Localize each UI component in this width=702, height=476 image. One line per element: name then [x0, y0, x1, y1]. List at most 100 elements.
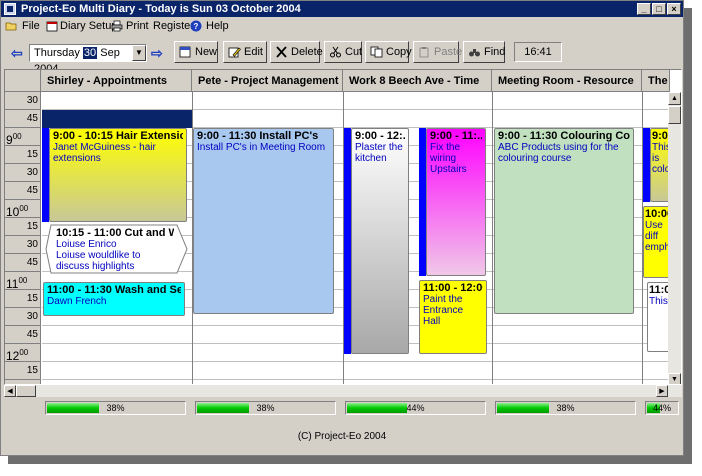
time-slot: 1100 — [5, 272, 41, 291]
copy-icon — [370, 46, 383, 58]
scissors-icon — [330, 46, 341, 58]
progress-fill — [497, 403, 549, 413]
appointment-status-bar — [419, 128, 426, 276]
vertical-scrollbar[interactable]: ▲ ▼ — [668, 92, 681, 384]
appointment-title: 10:15 - 11:00 Cut and W... — [56, 228, 174, 239]
time-slot: 45 — [5, 254, 41, 272]
appointment-title: 9:00 - 11:30 Install PC's — [197, 131, 319, 142]
maximize-button[interactable]: □ — [652, 3, 666, 15]
time-slot: 15 — [5, 218, 41, 236]
appointment-the-2[interactable]: 10:00 Use diff emphas — [643, 206, 670, 278]
chevron-down-icon[interactable]: ▼ — [132, 45, 146, 61]
menu-print[interactable]: Print — [126, 17, 149, 35]
column-divider — [492, 92, 493, 384]
copyright-footer: (C) Project-Eo 2004 — [297, 431, 387, 442]
progress-label: 44% — [406, 403, 425, 413]
appointment-fix-wiring[interactable]: 9:00 - 11:... Fix the wiring Upstairs — [426, 128, 486, 276]
utilization-progress-pete: 38% — [195, 401, 336, 415]
appointment-title: 9:00 - 12:... — [355, 131, 405, 142]
scroll-right-icon[interactable]: ▶ — [656, 385, 668, 397]
time-slot: 1200 — [5, 344, 41, 363]
menu-file[interactable]: File — [22, 17, 40, 35]
appointment-description: Use diff emphas — [645, 220, 669, 253]
paste-clipboard-icon — [419, 47, 429, 58]
column-header-work[interactable]: Work 8 Beech Ave - Time — [343, 70, 492, 92]
time-slot: 1000 — [5, 200, 41, 219]
window-title: Project-Eo Multi Diary - Today is Sun 03… — [21, 3, 301, 15]
help-icon: ? — [190, 20, 202, 32]
utilization-progress-meeting-room: 38% — [495, 401, 636, 415]
delete-button[interactable]: Delete — [270, 41, 323, 63]
appointment-description: Install PC's in Meeting Room — [197, 142, 326, 153]
new-calendar-icon — [179, 46, 191, 58]
column-header-meeting-room[interactable]: Meeting Room - Resource — [492, 70, 642, 92]
cut-button[interactable]: Cut — [324, 41, 362, 63]
edit-button[interactable]: Edit — [223, 41, 267, 63]
appointment-the-3[interactable]: 11:00 This — [647, 282, 670, 352]
appointment-paint-entrance[interactable]: 11:00 - 12:00 Paint the Entrance Hall — [419, 280, 487, 354]
time-slot: 30 — [5, 236, 41, 254]
paste-button-label: Paste — [434, 46, 463, 58]
time-slot: 45 — [5, 182, 41, 200]
copy-button[interactable]: Copy — [365, 41, 412, 63]
time-slot: 30 — [5, 164, 41, 182]
app-window: Project-Eo Multi Diary - Today is Sun 03… — [0, 0, 684, 456]
menu-diary-setup[interactable]: Diary Setup — [60, 17, 117, 35]
time-column: 30 45 900 15 30 45 1000 15 30 45 1100 15… — [5, 92, 41, 384]
menu-register[interactable]: Register — [153, 17, 194, 35]
utilization-progress-work: 44% — [345, 401, 486, 415]
time-slot: 45 — [5, 110, 41, 128]
time-slot: 30 — [5, 92, 41, 110]
next-day-arrow-icon[interactable]: ⇨ — [151, 46, 165, 60]
cut-button-label: Cut — [345, 46, 363, 58]
progress-fill — [47, 403, 99, 413]
minimize-button[interactable]: _ — [637, 3, 651, 15]
clock-display: 16:41 — [514, 42, 562, 62]
find-button[interactable]: Find — [463, 41, 505, 63]
appointment-plaster-kitchen[interactable]: 9:00 - 12:... Plaster the kitchen — [351, 128, 409, 354]
appointment-wash-and-set[interactable]: 11:00 - 11:30 Wash and Set Dawn French — [43, 282, 185, 316]
slot-line — [42, 379, 670, 380]
progress-label: 44% — [652, 403, 671, 413]
paste-button[interactable]: Paste — [413, 41, 463, 63]
previous-day-arrow-icon[interactable]: ⇦ — [11, 46, 25, 60]
appointment-title: 11:00 - 12:00 — [423, 283, 483, 294]
time-slot: 15 — [5, 362, 41, 380]
scroll-left-icon[interactable]: ◀ — [4, 385, 16, 397]
menu-help[interactable]: Help — [206, 17, 229, 35]
appointment-colouring-course[interactable]: 9:00 - 11:30 Colouring Course ABC Produc… — [494, 128, 634, 314]
column-header-pete[interactable]: Pete - Project Management — [192, 70, 343, 92]
date-picker[interactable]: Thursday 30 Sep 2004 ▼ — [29, 44, 147, 75]
folder-icon — [5, 22, 17, 31]
edit-pencil-icon — [228, 47, 241, 58]
appointment-title: 11:00 - 11:30 Wash and Set — [47, 285, 181, 296]
appointment-install-pcs[interactable]: 9:00 - 11:30 Install PC's Install PC's i… — [193, 128, 334, 314]
appointment-hair-extensions[interactable]: 9:00 - 10:15 Hair Extensions Janet McGui… — [49, 128, 187, 222]
scroll-down-icon[interactable]: ▼ — [668, 373, 681, 384]
appointment-description: Plaster the kitchen — [355, 142, 403, 164]
appointment-title: 9:00 - 10:15 Hair Extensions — [53, 131, 183, 142]
delete-x-icon — [276, 46, 287, 58]
time-slot: 45 — [5, 326, 41, 344]
appointment-title: 9:00 — [652, 131, 668, 142]
date-day-name: Thursday — [34, 47, 80, 59]
new-button[interactable]: New — [174, 41, 218, 63]
calendar-icon — [46, 21, 58, 32]
scroll-up-icon[interactable]: ▲ — [668, 92, 681, 105]
svg-text:?: ? — [194, 22, 199, 31]
appointment-description: Loiuse Enrico Loiuse wouldlike to discus… — [56, 239, 141, 272]
horizontal-scroll-thumb[interactable] — [16, 385, 36, 397]
close-button[interactable]: × — [667, 3, 681, 15]
column-header-shirley[interactable]: Shirley - Appointments — [41, 70, 192, 92]
appointment-cut-and-wash[interactable]: 10:15 - 11:00 Cut and W... Loiuse Enrico… — [53, 226, 177, 272]
app-icon — [4, 3, 16, 15]
progress-label: 38% — [106, 403, 125, 413]
appointment-the-1[interactable]: 9:00 This is colour — [650, 128, 670, 202]
selected-time-slot[interactable] — [42, 110, 192, 128]
horizontal-scrollbar[interactable]: ◀ ▶ — [4, 385, 682, 397]
progress-fill — [197, 403, 249, 413]
appointment-description: ABC Products using for the colouring cou… — [498, 142, 619, 164]
scroll-thumb[interactable] — [668, 106, 681, 124]
grid-corner — [5, 70, 41, 92]
column-header-the[interactable]: The ... — [642, 70, 670, 92]
